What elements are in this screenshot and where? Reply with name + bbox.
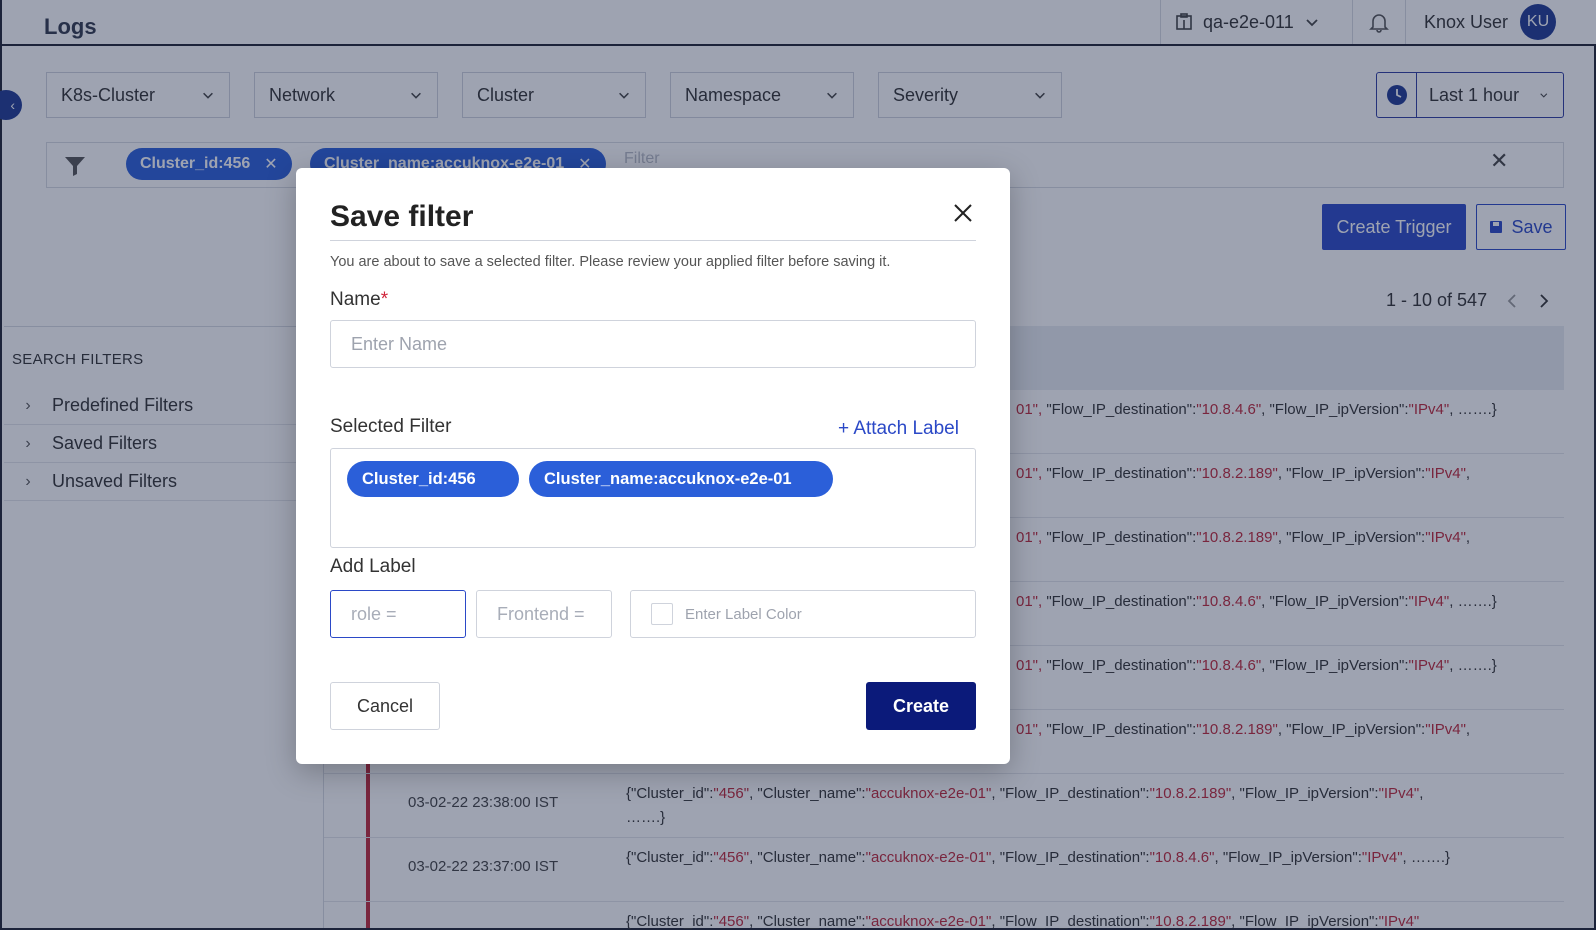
- add-label-label: Add Label: [330, 556, 416, 577]
- label-value-input[interactable]: [476, 590, 612, 638]
- label-key-input[interactable]: [330, 590, 466, 638]
- name-label: Name*: [330, 289, 389, 310]
- create-button[interactable]: Create: [866, 682, 976, 730]
- color-checkbox[interactable]: [651, 603, 673, 625]
- attach-label-link[interactable]: + Attach Label: [838, 418, 959, 440]
- cancel-button[interactable]: Cancel: [330, 682, 440, 730]
- label-color-field[interactable]: Enter Label Color: [630, 590, 976, 638]
- selected-chip-cluster-id: Cluster_id:456: [347, 461, 519, 497]
- required-mark: *: [380, 289, 389, 310]
- selected-chip-cluster-name: Cluster_name:accuknox-e2e-01: [529, 461, 833, 497]
- modal-title: Save filter: [330, 200, 474, 233]
- selected-filter-box: Cluster_id:456 Cluster_name:accuknox-e2e…: [330, 448, 976, 548]
- divider: [330, 240, 976, 241]
- modal-description: You are about to save a selected filter.…: [330, 254, 891, 270]
- close-icon: [954, 204, 972, 222]
- save-filter-modal: Save filter You are about to save a sele…: [296, 168, 1010, 764]
- label-color-placeholder: Enter Label Color: [685, 605, 802, 623]
- selected-filter-label: Selected Filter: [330, 416, 452, 437]
- name-input[interactable]: [330, 320, 976, 368]
- close-button[interactable]: [950, 200, 976, 226]
